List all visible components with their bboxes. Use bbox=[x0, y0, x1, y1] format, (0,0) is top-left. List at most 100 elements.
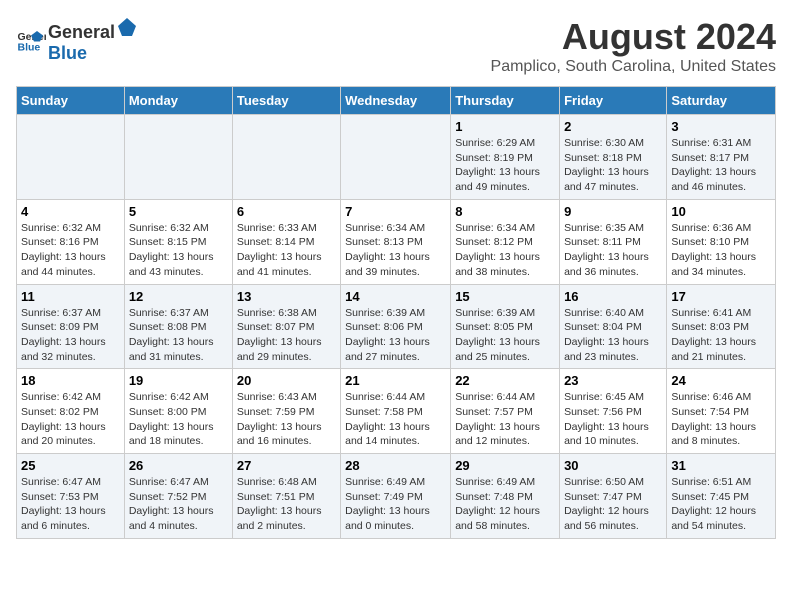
calendar-cell: 26 Sunrise: 6:47 AM Sunset: 7:52 PM Dayli… bbox=[124, 454, 232, 539]
calendar-cell: 8 Sunrise: 6:34 AM Sunset: 8:12 PM Daylig… bbox=[451, 199, 560, 284]
day-number: 7 bbox=[345, 204, 446, 219]
calendar-cell bbox=[232, 115, 340, 200]
calendar-cell: 31Sunrise: 6:51 AM Sunset: 7:45 PM Dayli… bbox=[667, 454, 776, 539]
day-number: 3 bbox=[671, 119, 771, 134]
calendar-cell: 25 Sunrise: 6:47 AM Sunset: 7:53 PM Dayli… bbox=[17, 454, 125, 539]
day-number: 2 bbox=[564, 119, 662, 134]
column-header-sunday: Sunday bbox=[17, 87, 125, 115]
day-number: 11 bbox=[21, 289, 120, 304]
day-number: 30 bbox=[564, 458, 662, 473]
day-number: 19 bbox=[129, 373, 228, 388]
calendar-week-5: 25 Sunrise: 6:47 AM Sunset: 7:53 PM Dayli… bbox=[17, 454, 776, 539]
day-info: Sunrise: 6:35 AM Sunset: 8:11 PM Dayligh… bbox=[564, 221, 662, 280]
day-number: 6 bbox=[237, 204, 336, 219]
day-info: Sunrise: 6:47 AM Sunset: 7:52 PM Dayligh… bbox=[129, 475, 228, 534]
day-info: Sunrise: 6:42 AM Sunset: 8:00 PM Dayligh… bbox=[129, 390, 228, 449]
calendar-cell: 6Sunrise: 6:33 AM Sunset: 8:14 PM Daylig… bbox=[232, 199, 340, 284]
calendar-cell: 16Sunrise: 6:40 AM Sunset: 8:04 PM Dayli… bbox=[560, 284, 667, 369]
day-number: 22 bbox=[455, 373, 555, 388]
day-number: 1 bbox=[455, 119, 555, 134]
calendar-cell: 3 Sunrise: 6:31 AM Sunset: 8:17 PM Daylig… bbox=[667, 115, 776, 200]
day-number: 18 bbox=[21, 373, 120, 388]
day-info: Sunrise: 6:50 AM Sunset: 7:47 PM Dayligh… bbox=[564, 475, 662, 534]
column-header-friday: Friday bbox=[560, 87, 667, 115]
day-info: Sunrise: 6:46 AM Sunset: 7:54 PM Dayligh… bbox=[671, 390, 771, 449]
day-number: 13 bbox=[237, 289, 336, 304]
calendar-cell: 17 Sunrise: 6:41 AM Sunset: 8:03 PM Dayli… bbox=[667, 284, 776, 369]
day-number: 25 bbox=[21, 458, 120, 473]
day-number: 8 bbox=[455, 204, 555, 219]
calendar-cell: 12 Sunrise: 6:37 AM Sunset: 8:08 PM Dayli… bbox=[124, 284, 232, 369]
calendar-table: SundayMondayTuesdayWednesdayThursdayFrid… bbox=[16, 86, 776, 539]
day-number: 14 bbox=[345, 289, 446, 304]
day-number: 4 bbox=[21, 204, 120, 219]
calendar-cell: 4 Sunrise: 6:32 AM Sunset: 8:16 PM Daylig… bbox=[17, 199, 125, 284]
day-number: 12 bbox=[129, 289, 228, 304]
day-info: Sunrise: 6:34 AM Sunset: 8:12 PM Dayligh… bbox=[455, 221, 555, 280]
day-info: Sunrise: 6:39 AM Sunset: 8:05 PM Dayligh… bbox=[455, 306, 555, 365]
day-number: 29 bbox=[455, 458, 555, 473]
calendar-cell: 22 Sunrise: 6:44 AM Sunset: 7:57 PM Dayli… bbox=[451, 369, 560, 454]
day-number: 5 bbox=[129, 204, 228, 219]
day-info: Sunrise: 6:37 AM Sunset: 8:08 PM Dayligh… bbox=[129, 306, 228, 365]
calendar-cell: 23Sunrise: 6:45 AM Sunset: 7:56 PM Dayli… bbox=[560, 369, 667, 454]
calendar-cell: 28Sunrise: 6:49 AM Sunset: 7:49 PM Dayli… bbox=[341, 454, 451, 539]
day-info: Sunrise: 6:42 AM Sunset: 8:02 PM Dayligh… bbox=[21, 390, 120, 449]
day-info: Sunrise: 6:48 AM Sunset: 7:51 PM Dayligh… bbox=[237, 475, 336, 534]
calendar-body: 1 Sunrise: 6:29 AM Sunset: 8:19 PM Daylig… bbox=[17, 115, 776, 539]
day-info: Sunrise: 6:30 AM Sunset: 8:18 PM Dayligh… bbox=[564, 136, 662, 195]
header-area: General Blue General Blue August 2024 Pa… bbox=[16, 16, 776, 76]
day-info: Sunrise: 6:37 AM Sunset: 8:09 PM Dayligh… bbox=[21, 306, 120, 365]
logo: General Blue General Blue bbox=[16, 16, 139, 64]
column-header-monday: Monday bbox=[124, 87, 232, 115]
calendar-cell bbox=[341, 115, 451, 200]
calendar-cell bbox=[17, 115, 125, 200]
day-number: 16 bbox=[564, 289, 662, 304]
logo-general-text: General bbox=[48, 22, 115, 43]
logo-bird-icon bbox=[116, 16, 138, 38]
day-info: Sunrise: 6:45 AM Sunset: 7:56 PM Dayligh… bbox=[564, 390, 662, 449]
column-header-saturday: Saturday bbox=[667, 87, 776, 115]
day-number: 17 bbox=[671, 289, 771, 304]
day-info: Sunrise: 6:32 AM Sunset: 8:16 PM Dayligh… bbox=[21, 221, 120, 280]
calendar-cell: 24 Sunrise: 6:46 AM Sunset: 7:54 PM Dayli… bbox=[667, 369, 776, 454]
day-number: 9 bbox=[564, 204, 662, 219]
calendar-cell: 2 Sunrise: 6:30 AM Sunset: 8:18 PM Daylig… bbox=[560, 115, 667, 200]
day-info: Sunrise: 6:39 AM Sunset: 8:06 PM Dayligh… bbox=[345, 306, 446, 365]
day-info: Sunrise: 6:43 AM Sunset: 7:59 PM Dayligh… bbox=[237, 390, 336, 449]
calendar-header: SundayMondayTuesdayWednesdayThursdayFrid… bbox=[17, 87, 776, 115]
calendar-cell: 10Sunrise: 6:36 AM Sunset: 8:10 PM Dayli… bbox=[667, 199, 776, 284]
calendar-cell: 11 Sunrise: 6:37 AM Sunset: 8:09 PM Dayli… bbox=[17, 284, 125, 369]
day-info: Sunrise: 6:44 AM Sunset: 7:57 PM Dayligh… bbox=[455, 390, 555, 449]
calendar-cell: 29 Sunrise: 6:49 AM Sunset: 7:48 PM Dayli… bbox=[451, 454, 560, 539]
day-info: Sunrise: 6:44 AM Sunset: 7:58 PM Dayligh… bbox=[345, 390, 446, 449]
calendar-cell: 13 Sunrise: 6:38 AM Sunset: 8:07 PM Dayli… bbox=[232, 284, 340, 369]
day-number: 26 bbox=[129, 458, 228, 473]
calendar-week-2: 4 Sunrise: 6:32 AM Sunset: 8:16 PM Daylig… bbox=[17, 199, 776, 284]
calendar-cell: 18 Sunrise: 6:42 AM Sunset: 8:02 PM Dayli… bbox=[17, 369, 125, 454]
calendar-cell: 19 Sunrise: 6:42 AM Sunset: 8:00 PM Dayli… bbox=[124, 369, 232, 454]
day-number: 10 bbox=[671, 204, 771, 219]
day-number: 24 bbox=[671, 373, 771, 388]
calendar-cell: 1 Sunrise: 6:29 AM Sunset: 8:19 PM Daylig… bbox=[451, 115, 560, 200]
day-info: Sunrise: 6:38 AM Sunset: 8:07 PM Dayligh… bbox=[237, 306, 336, 365]
calendar-cell: 5 Sunrise: 6:32 AM Sunset: 8:15 PM Daylig… bbox=[124, 199, 232, 284]
calendar-cell bbox=[124, 115, 232, 200]
day-info: Sunrise: 6:41 AM Sunset: 8:03 PM Dayligh… bbox=[671, 306, 771, 365]
day-info: Sunrise: 6:32 AM Sunset: 8:15 PM Dayligh… bbox=[129, 221, 228, 280]
column-header-thursday: Thursday bbox=[451, 87, 560, 115]
day-info: Sunrise: 6:29 AM Sunset: 8:19 PM Dayligh… bbox=[455, 136, 555, 195]
calendar-week-1: 1 Sunrise: 6:29 AM Sunset: 8:19 PM Daylig… bbox=[17, 115, 776, 200]
day-number: 15 bbox=[455, 289, 555, 304]
day-info: Sunrise: 6:49 AM Sunset: 7:48 PM Dayligh… bbox=[455, 475, 555, 534]
page-title: August 2024 bbox=[491, 16, 776, 58]
calendar-cell: 20Sunrise: 6:43 AM Sunset: 7:59 PM Dayli… bbox=[232, 369, 340, 454]
day-info: Sunrise: 6:49 AM Sunset: 7:49 PM Dayligh… bbox=[345, 475, 446, 534]
day-info: Sunrise: 6:47 AM Sunset: 7:53 PM Dayligh… bbox=[21, 475, 120, 534]
calendar-cell: 27Sunrise: 6:48 AM Sunset: 7:51 PM Dayli… bbox=[232, 454, 340, 539]
title-area: August 2024 Pamplico, South Carolina, Un… bbox=[491, 16, 776, 76]
calendar-week-3: 11 Sunrise: 6:37 AM Sunset: 8:09 PM Dayli… bbox=[17, 284, 776, 369]
calendar-cell: 30 Sunrise: 6:50 AM Sunset: 7:47 PM Dayli… bbox=[560, 454, 667, 539]
calendar-cell: 9 Sunrise: 6:35 AM Sunset: 8:11 PM Daylig… bbox=[560, 199, 667, 284]
day-info: Sunrise: 6:31 AM Sunset: 8:17 PM Dayligh… bbox=[671, 136, 771, 195]
